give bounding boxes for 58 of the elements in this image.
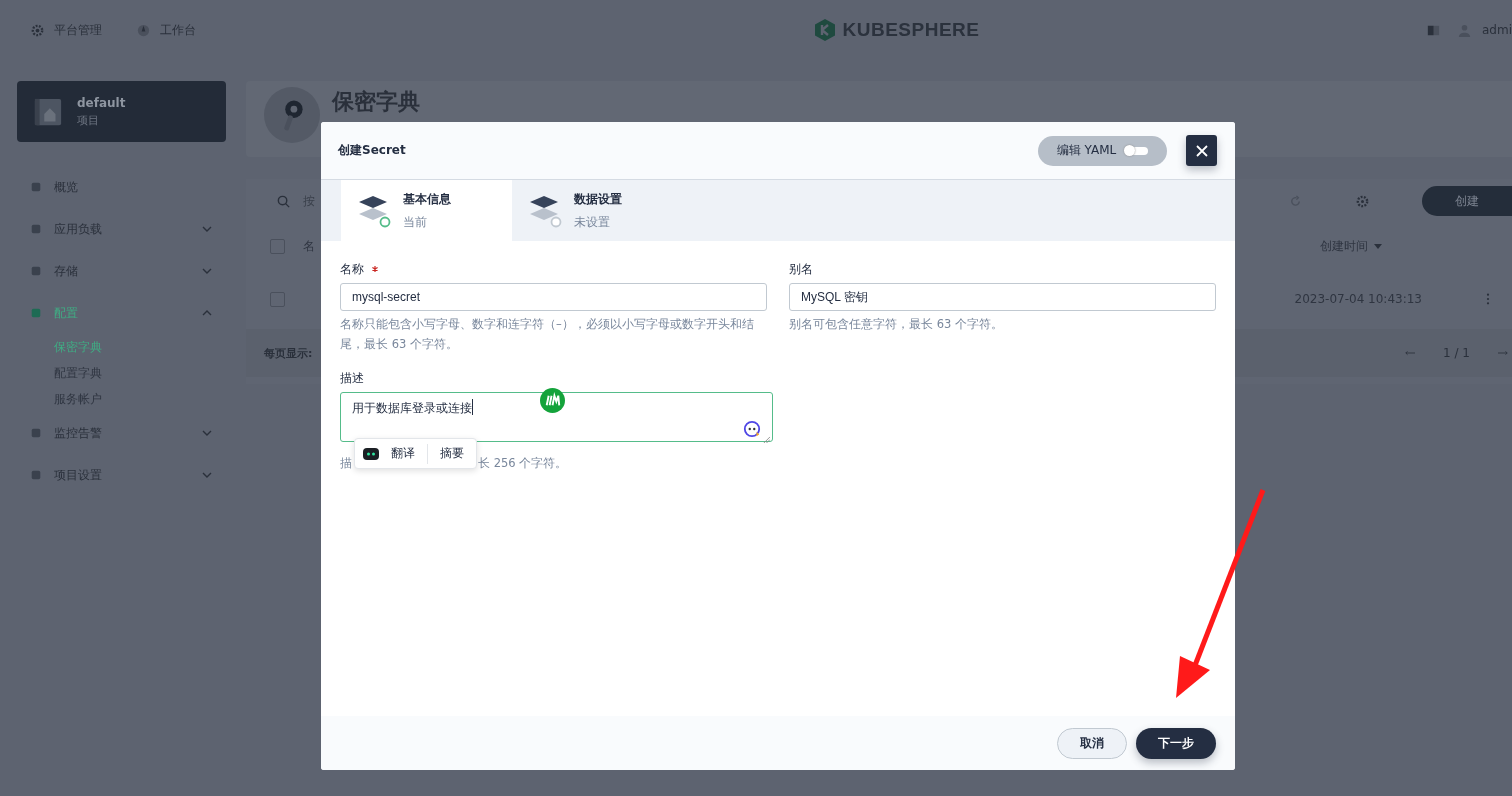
sort-icon (1374, 243, 1382, 249)
menu-icon (30, 181, 42, 193)
field-hint: 描 (340, 455, 352, 472)
input-field[interactable]: MySQL 密钥 (789, 283, 1216, 311)
field-hint: 别名可包含任意字符，最长 63 个字符。 (789, 316, 1004, 333)
step-title: 数据设置 (574, 190, 622, 208)
step-status: 当前 (403, 213, 428, 231)
layers-icon (357, 193, 391, 228)
menu-icon (30, 307, 42, 319)
settings-icon[interactable] (1355, 193, 1370, 209)
step-tab[interactable]: 数据设置 未设置 (512, 180, 683, 241)
menu-icon (30, 427, 42, 439)
robot-icon[interactable] (363, 447, 379, 460)
key-icon (264, 87, 320, 143)
create-button[interactable]: 创建 (1422, 186, 1512, 216)
step-title: 基本信息 (403, 190, 451, 208)
dialog-title: 创建Secret (338, 142, 406, 159)
close-icon (1193, 142, 1210, 159)
project-icon (33, 96, 63, 127)
yaml-toggle[interactable]: 编辑 YAML (1038, 135, 1167, 166)
field-hint: 名称只能包含小写字母、数字和连字符（–），必须以小写字母或数字开头和结尾，最长 63 个字符。 (340, 316, 755, 353)
cancel-button[interactable]: 取消 (1057, 727, 1127, 759)
menu-icon (30, 469, 42, 481)
popup-action[interactable]: 摘要 (436, 445, 468, 462)
field-label: 名称 (340, 260, 364, 278)
project-name: default (77, 95, 126, 110)
step-status: 未设置 (574, 213, 611, 231)
project-type: 项目 (77, 112, 100, 128)
chevron-down-icon (202, 430, 212, 436)
assistant-icon[interactable] (743, 420, 761, 438)
compass-icon (136, 22, 151, 38)
resize-icon (763, 436, 770, 443)
field-label: 别名 (789, 260, 813, 278)
chevron-down-icon (202, 268, 212, 274)
logo-icon (812, 17, 837, 43)
step-tab[interactable]: 基本信息 当前 (341, 180, 512, 241)
chevron-down-icon (202, 226, 212, 232)
sidebar-subitem[interactable]: 保密字典 (0, 334, 246, 360)
menu-icon (30, 265, 42, 277)
field-label: 描述 (340, 369, 364, 387)
search-icon (276, 193, 291, 209)
menu-icon (30, 223, 42, 235)
arrow-right-icon[interactable] (1498, 350, 1508, 356)
sidebar-item[interactable]: 配置 (0, 292, 246, 334)
popup-action[interactable]: 翻译 (387, 445, 419, 462)
chevron-down-icon (202, 472, 212, 478)
field-hint: 长 256 个字符。 (478, 455, 568, 472)
page-title: 保密字典 (332, 88, 420, 116)
next-button[interactable]: 下一步 (1136, 727, 1216, 759)
input-field[interactable]: mysql-secret (340, 283, 767, 311)
close-button[interactable] (1186, 135, 1217, 166)
layers-icon (528, 193, 562, 228)
more-icon[interactable] (1486, 293, 1490, 305)
chevron-up-icon (202, 310, 212, 316)
gear-icon (30, 22, 45, 38)
mark-icon[interactable] (540, 388, 565, 413)
project-card[interactable]: default 项目 (17, 81, 226, 142)
arrow-left-icon[interactable] (1405, 350, 1416, 356)
